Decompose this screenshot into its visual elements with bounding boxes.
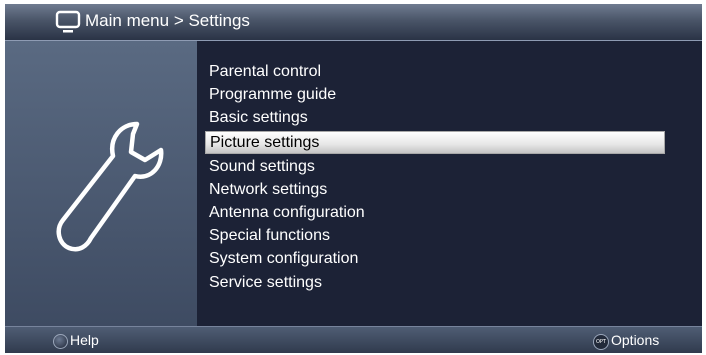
- menu-item-parental-control[interactable]: Parental control: [205, 60, 665, 83]
- options-label[interactable]: Options: [611, 332, 659, 348]
- tv-icon: [55, 10, 81, 33]
- menu-item-sound-settings[interactable]: Sound settings: [205, 155, 665, 178]
- menu-item-programme-guide[interactable]: Programme guide: [205, 83, 665, 106]
- page-title: Main menu > Settings: [85, 11, 250, 30]
- menu-item-system-configuration[interactable]: System configuration: [205, 247, 665, 270]
- settings-screen: Main menu > Settings Parental control Pro…: [5, 4, 702, 353]
- menu-item-network-settings[interactable]: Network settings: [205, 178, 665, 201]
- menu-item-special-functions[interactable]: Special functions: [205, 224, 665, 247]
- wrench-icon: [56, 121, 164, 252]
- settings-menu: Parental control Programme guide Basic set…: [205, 60, 665, 294]
- options-button-icon[interactable]: OPT: [593, 334, 609, 350]
- title-bar: Main menu > Settings: [5, 4, 702, 41]
- help-label[interactable]: Help: [70, 332, 99, 348]
- help-button-icon[interactable]: [53, 334, 68, 349]
- menu-item-basic-settings[interactable]: Basic settings: [205, 106, 665, 129]
- menu-item-antenna-configuration[interactable]: Antenna configuration: [205, 201, 665, 224]
- category-panel: [5, 41, 197, 326]
- menu-item-service-settings[interactable]: Service settings: [205, 271, 665, 294]
- footer-bar: Help OPT Options: [5, 326, 702, 353]
- menu-item-picture-settings[interactable]: Picture settings: [205, 130, 665, 154]
